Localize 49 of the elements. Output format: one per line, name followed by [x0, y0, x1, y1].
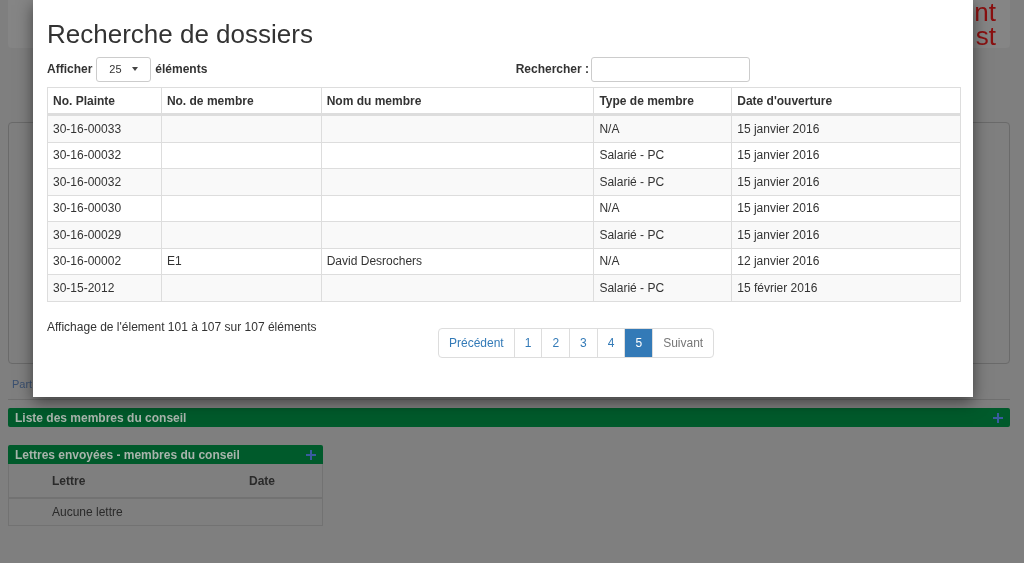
page-button[interactable]: 2	[541, 327, 571, 358]
header-text: st	[975, 24, 996, 48]
section-title: Lettres envoyées - membres du conseil	[15, 446, 240, 464]
plus-icon[interactable]	[993, 412, 1003, 423]
caret-icon	[132, 67, 139, 71]
column-header[interactable]: No. de membre	[160, 88, 321, 113]
column-header: Date	[248, 472, 275, 490]
table-cell-text: 15 janvier 2016	[737, 147, 820, 165]
column-header[interactable]: Nom du membre	[320, 88, 594, 113]
table-cell-text: 30-16-00002	[53, 253, 122, 271]
table-cell-text: Salarié - PC	[599, 279, 665, 297]
table-cell-text: Salarié - PC	[599, 226, 665, 244]
column-header[interactable]: No. Plainte	[48, 88, 161, 113]
dialog-title: Recherche de dossiers	[47, 20, 314, 48]
table-cell-text: 30-16-00033	[53, 120, 122, 138]
page-size-select[interactable]: 25	[96, 56, 152, 82]
table-cell-text: 15 janvier 2016	[737, 173, 820, 191]
table-cell-text: N/A	[599, 120, 620, 138]
table-cell-text: 15 janvier 2016	[737, 226, 820, 244]
search-field[interactable]	[591, 56, 750, 82]
column-header[interactable]: Type de membre	[593, 88, 732, 113]
column-header[interactable]: Date d'ouverture	[731, 88, 960, 113]
table-cell-text: 12 janvier 2016	[737, 253, 820, 271]
table-cell-text: N/A	[599, 253, 620, 271]
table-cell-text: David Desrochers	[326, 253, 423, 271]
table-info: Affichage de l'élement 101 à 107 sur 107 éléments	[47, 319, 317, 334]
search-label: Rechercher :	[515, 61, 589, 78]
table-cell-text: 15 janvier 2016	[737, 120, 820, 138]
page-button[interactable]: 3	[569, 327, 598, 358]
page-button[interactable]: 5	[624, 327, 654, 358]
length-label: Afficher	[47, 61, 93, 78]
header-text: nt	[974, 0, 996, 24]
plus-icon[interactable]	[306, 449, 316, 460]
table-cell-text: 30-16-00030	[53, 200, 122, 218]
table-cell-text: 30-15-2012	[53, 279, 115, 297]
table-cell-text: 30-16-00029	[53, 226, 122, 244]
table-cell-text: 15 janvier 2016	[737, 200, 820, 218]
table-cell-text: N/A	[599, 200, 620, 218]
column-header: Lettre	[51, 472, 87, 490]
table-cell-text: Aucune lettre	[52, 504, 123, 521]
length-label: éléments	[155, 61, 208, 78]
table-cell-text: Salarié - PC	[599, 147, 665, 165]
table-cell-text: E1	[166, 253, 182, 271]
table-cell-text: 30-16-00032	[53, 173, 122, 191]
table-cell-text: 30-16-00032	[53, 147, 122, 165]
section-title: Liste des membres du conseil	[15, 409, 187, 427]
table-cell-text: 15 février 2016	[737, 279, 818, 297]
page-button[interactable]: Précédent	[438, 327, 515, 358]
table-cell-text: Salarié - PC	[599, 173, 665, 191]
